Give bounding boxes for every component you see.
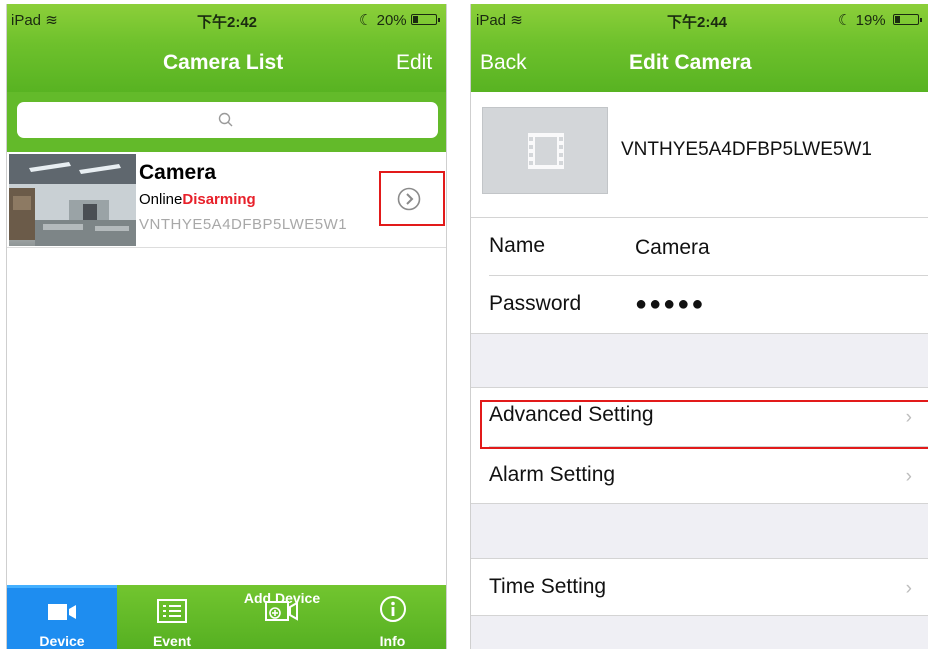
moon-icon: ☾ (359, 12, 373, 29)
highlight-box (379, 171, 445, 226)
search-bar (7, 92, 446, 152)
chevron-right-icon: › (905, 466, 912, 487)
time-setting-row[interactable]: Time Setting › (471, 559, 928, 617)
tab-device-label: Device (39, 633, 85, 649)
search-input[interactable] (17, 102, 438, 138)
name-field[interactable]: Camera (635, 236, 710, 260)
camera-uid: VNTHYE5A4DFBP5LWE5W1 (139, 216, 348, 233)
highlight-box (480, 400, 928, 449)
back-button[interactable]: Back (480, 51, 527, 75)
header-bar: iPad ≋ 下午2:42 ☾ 20% Camera List Edit (7, 4, 446, 92)
camera-thumbnail (9, 154, 136, 246)
clock: 下午2:44 (667, 14, 728, 31)
film-icon (528, 133, 564, 169)
carrier-label: iPad ≋ (476, 12, 523, 29)
battery-icon (893, 14, 922, 25)
credentials-group: Name Camera Password ●●●●● (471, 218, 928, 334)
camera-name: Camera (139, 161, 217, 184)
camera-info-row: VNTHYE5A4DFBP5LWE5W1 (471, 92, 928, 218)
tab-event-label: Event (152, 633, 192, 649)
name-row[interactable]: Name Camera (471, 218, 928, 276)
camera-uid: VNTHYE5A4DFBP5LWE5W1 (621, 139, 872, 160)
tab-device[interactable]: Device (7, 585, 117, 649)
battery-percent: ☾ 19% (838, 12, 886, 29)
tab-add-device[interactable]: Add Device (227, 585, 337, 649)
chevron-right-icon: › (905, 578, 912, 599)
password-label: Password (489, 292, 582, 315)
wifi-icon: ≋ (510, 12, 523, 29)
status-bar: iPad ≋ 下午2:44 ☾ 19% (471, 4, 928, 34)
battery-icon (411, 14, 440, 25)
tab-add-device-label: Add Device (243, 590, 321, 606)
tab-info[interactable]: Info (337, 585, 446, 649)
list-icon (157, 599, 187, 623)
battery-percent: ☾ 20% (359, 12, 407, 29)
password-row[interactable]: Password ●●●●● (471, 276, 928, 334)
clock: 下午2:42 (197, 14, 258, 31)
camera-list-screen: iPad ≋ 下午2:42 ☾ 20% Camera List Edit Cam… (6, 4, 447, 649)
tab-event[interactable]: Event (117, 585, 227, 649)
arm-status: Disarming (182, 191, 256, 208)
edit-camera-screen: iPad ≋ 下午2:44 ☾ 19% Back Edit Camera VNT… (470, 4, 928, 649)
alarm-setting-label: Alarm Setting (489, 463, 616, 486)
camera-status: OnlineDisarming (139, 191, 256, 208)
alarm-setting-row[interactable]: Alarm Setting › (471, 447, 928, 505)
header-bar: iPad ≋ 下午2:44 ☾ 19% Back Edit Camera (471, 4, 928, 92)
carrier-label: iPad ≋ (11, 12, 58, 29)
name-label: Name (489, 234, 546, 257)
page-title: Edit Camera (629, 51, 752, 74)
moon-icon: ☾ (838, 12, 852, 29)
page-title: Camera List (163, 51, 284, 74)
time-group: Time Setting › (471, 558, 928, 616)
search-icon (218, 112, 233, 127)
camera-thumbnail[interactable] (482, 107, 608, 194)
tab-bar: Device Event Add Device Info (7, 585, 446, 649)
wifi-icon: ≋ (45, 12, 58, 29)
info-icon (379, 596, 406, 622)
status-bar: iPad ≋ 下午2:42 ☾ 20% (7, 4, 446, 34)
video-camera-icon (48, 604, 76, 620)
tab-info-label: Info (379, 633, 406, 649)
password-field[interactable]: ●●●●● (635, 293, 705, 316)
online-status: Online (139, 191, 183, 208)
edit-button[interactable]: Edit (396, 51, 432, 75)
time-setting-label: Time Setting (489, 575, 607, 598)
